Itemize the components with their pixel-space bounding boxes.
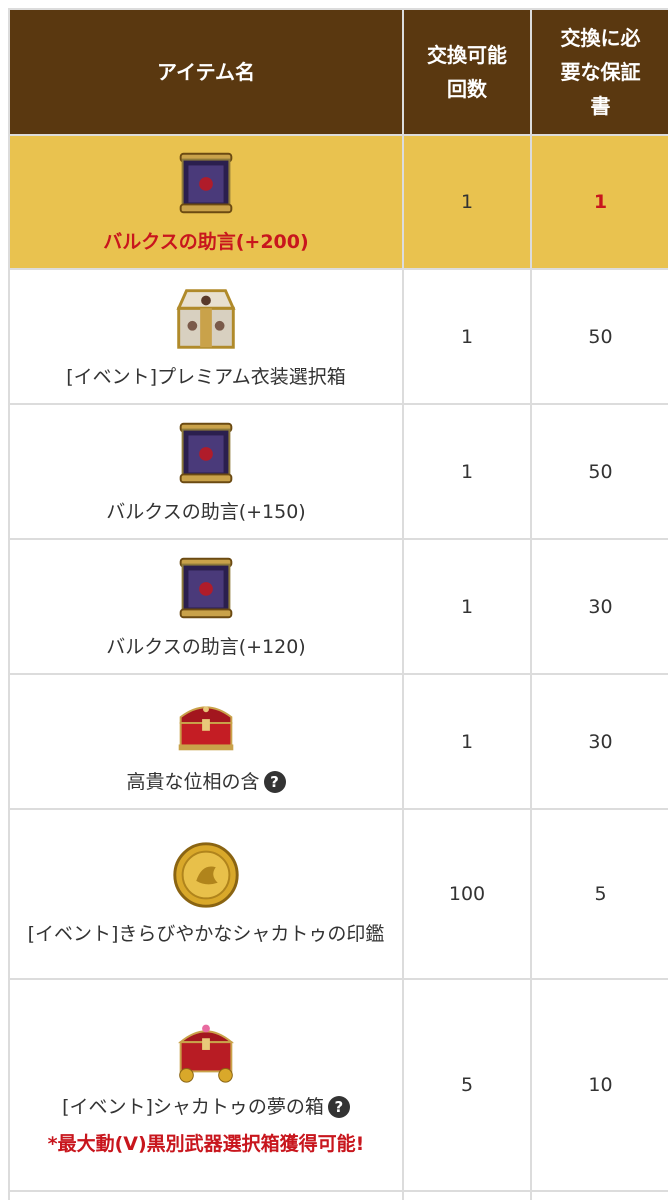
header-exchange-count: 交換可能回数: [402, 8, 532, 136]
exchange-count: [402, 1190, 532, 1200]
item-cell: [イベント]シャカトゥの夢の箱? *最大動(V)黒別武器選択箱獲得可能!: [8, 978, 404, 1192]
scroll-icon: [179, 152, 233, 214]
scroll-icon: [179, 557, 233, 618]
table-row: [8, 1190, 668, 1200]
item-note: *最大動(V)黒別武器選択箱獲得可能!: [47, 1133, 365, 1155]
header-item-name: アイテム名: [8, 8, 404, 136]
red-box-icon: [178, 705, 234, 750]
item-cell: [イベント]きらびやかなシャカトゥの印鑑: [8, 808, 404, 980]
required-certificates: 10: [530, 978, 668, 1192]
item-name: バルクスの助言(+120): [106, 635, 306, 658]
exchange-count: 5: [402, 978, 532, 1192]
header-exchange-count-label: 交換可能回数: [427, 43, 507, 101]
required-certificates: 50: [530, 403, 668, 540]
header-required-certificates: 交換に必要な保証書: [530, 8, 668, 136]
help-icon[interactable]: ?: [263, 770, 286, 793]
item-name-text: 高貴な位相の含: [126, 770, 260, 793]
item-cell: [イベント]プレミアム衣装選択箱: [8, 268, 404, 405]
required-certificates: 30: [530, 538, 668, 675]
exchange-count: 1: [402, 134, 532, 270]
scroll-icon: [179, 422, 233, 483]
item-cell: バルクスの助言(+200): [8, 134, 404, 270]
table-header-row: アイテム名 交換可能回数 交換に必要な保証書: [8, 8, 668, 136]
table-row: バルクスの助言(+200) 1 1: [8, 134, 668, 270]
item-cell: 高貴な位相の含?: [8, 673, 404, 810]
item-name: バルクスの助言(+200): [103, 231, 309, 253]
required-certificates: 1: [530, 134, 668, 270]
page: アイテム名 交換可能回数 交換に必要な保証書 バルクスの助言(+200) 1 1: [0, 0, 668, 1200]
table-row: [イベント]シャカトゥの夢の箱? *最大動(V)黒別武器選択箱獲得可能! 5 1…: [8, 978, 668, 1192]
help-icon[interactable]: ?: [327, 1096, 350, 1118]
exchange-count: 1: [402, 538, 532, 675]
item-cell: バルクスの助言(+150): [8, 403, 404, 540]
exchange-count: 1: [402, 268, 532, 405]
table-row: 高貴な位相の含? 1 30: [8, 673, 668, 810]
required-certificates: 50: [530, 268, 668, 405]
table-row: バルクスの助言(+120) 1 30: [8, 538, 668, 675]
exchange-count: 1: [402, 673, 532, 810]
table-row: [イベント]プレミアム衣装選択箱 1 50: [8, 268, 668, 405]
item-name: バルクスの助言(+150): [106, 500, 306, 523]
exchange-table: アイテム名 交換可能回数 交換に必要な保証書 バルクスの助言(+200) 1 1: [8, 8, 668, 1200]
treasure-chest-icon: [177, 1024, 235, 1083]
exchange-count: 1: [402, 403, 532, 540]
item-name: [イベント]きらびやかなシャカトゥの印鑑: [27, 923, 385, 945]
item-name-text: [イベント]シャカトゥの夢の箱: [62, 1096, 324, 1118]
item-cell: バルクスの助言(+120): [8, 538, 404, 675]
item-cell: [8, 1190, 404, 1200]
table-row: [イベント]きらびやかなシャカトゥの印鑑 100 5: [8, 808, 668, 980]
gold-coin-icon: [173, 842, 239, 908]
table-row: バルクスの助言(+150) 1 50: [8, 403, 668, 540]
required-certificates: 5: [530, 808, 668, 980]
header-required-certificates-label: 交換に必要な保証書: [560, 26, 641, 118]
premium-chest-icon: [176, 288, 236, 349]
required-certificates: 30: [530, 673, 668, 810]
required-certificates: [530, 1190, 668, 1200]
exchange-count: 100: [402, 808, 532, 980]
item-name: 高貴な位相の含?: [10, 764, 402, 800]
item-name: [イベント]プレミアム衣装選択箱: [66, 365, 346, 388]
item-name: [イベント]シャカトゥの夢の箱?: [10, 1089, 402, 1125]
